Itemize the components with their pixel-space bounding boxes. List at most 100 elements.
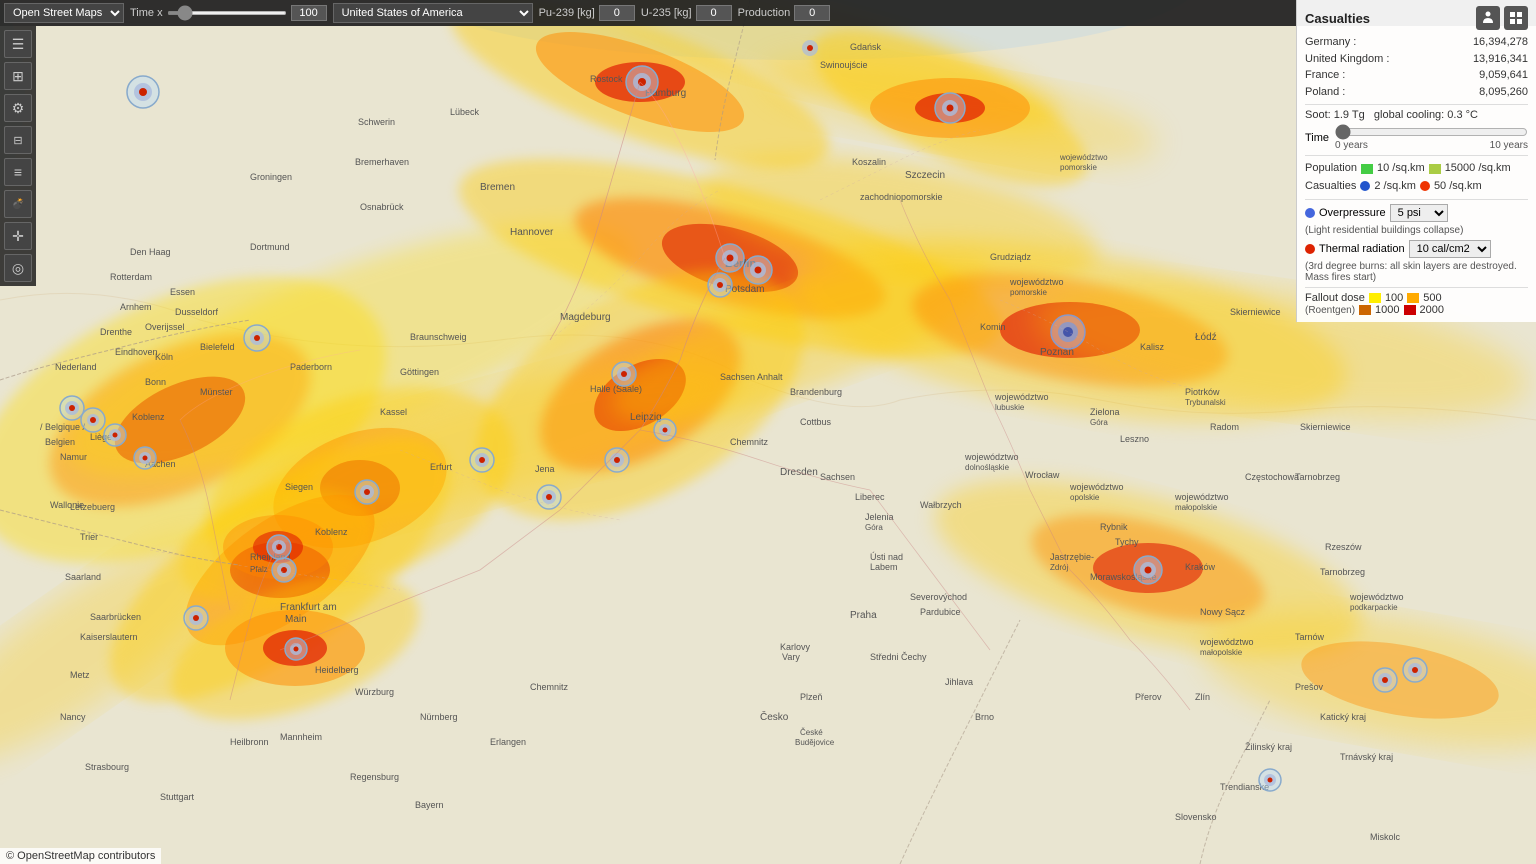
u235-input[interactable]	[696, 5, 732, 21]
fallout-1000-swatch	[1359, 305, 1371, 315]
country-row-uk: United Kingdom : 13,916,341	[1305, 51, 1528, 68]
svg-text:Częstochowa: Częstochowa	[1245, 472, 1299, 482]
svg-text:Osnabrück: Osnabrück	[360, 202, 404, 212]
svg-text:Cottbus: Cottbus	[800, 417, 832, 427]
thermal-select[interactable]: 10 cal/cm2 1 cal/cm2 3 cal/cm2 5 cal/cm2	[1409, 240, 1491, 258]
svg-text:Würzburg: Würzburg	[355, 687, 394, 697]
time-slider-container: 0 years 10 years	[1335, 124, 1528, 151]
person-icon-btn[interactable]	[1476, 6, 1500, 30]
svg-text:Den Haag: Den Haag	[130, 247, 171, 257]
svg-text:Tarnobrzeg: Tarnobrzeg	[1320, 567, 1365, 577]
pop-low-swatch	[1361, 164, 1373, 174]
svg-text:Tarnów: Tarnów	[1295, 632, 1325, 642]
map-style-select[interactable]: Open Street MapsSatelliteTerrainDark	[4, 3, 124, 23]
svg-text:Sachsen Anhalt: Sachsen Anhalt	[720, 372, 783, 382]
svg-text:Frankfurt am: Frankfurt am	[280, 602, 337, 613]
svg-text:pomorskie: pomorskie	[1010, 288, 1047, 297]
svg-text:Miskolc: Miskolc	[1370, 832, 1401, 842]
production-label: Production	[738, 7, 791, 19]
map-style-selector[interactable]: Open Street MapsSatelliteTerrainDark	[4, 3, 124, 23]
svg-text:Lübeck: Lübeck	[450, 107, 480, 117]
production-input[interactable]	[794, 5, 830, 21]
svg-text:województwo: województwo	[1199, 637, 1254, 647]
thermal-label: Thermal radiation	[1319, 243, 1405, 255]
table-icon-btn[interactable]	[1504, 6, 1528, 30]
target-btn[interactable]: ◎	[4, 254, 32, 282]
map-container[interactable]: Hamburg Rostock Lübeck Schwerin Swinoujś…	[0, 0, 1536, 864]
layers-btn[interactable]: ⊞	[4, 62, 32, 90]
country-name-poland: Poland :	[1305, 84, 1345, 101]
casualties-label: Casualties	[1305, 178, 1356, 196]
panel-icon-group	[1476, 6, 1528, 30]
svg-text:lubuskie: lubuskie	[995, 403, 1025, 412]
svg-text:Essen: Essen	[170, 287, 195, 297]
svg-text:województwo: województwo	[1009, 277, 1064, 287]
svg-text:Nederland: Nederland	[55, 362, 97, 372]
svg-text:Piotrków: Piotrków	[1185, 387, 1220, 397]
svg-text:Chemnitz: Chemnitz	[730, 437, 769, 447]
svg-text:Tarnobrzeg: Tarnobrzeg	[1295, 472, 1340, 482]
bomb-btn[interactable]: 💣	[4, 190, 32, 218]
fallout-label: Fallout dose	[1305, 292, 1365, 304]
cas-low-dot	[1360, 181, 1370, 191]
svg-text:Góra: Góra	[1090, 418, 1108, 427]
fallout-2000-label: 2000	[1420, 304, 1444, 316]
list-btn[interactable]: ≡	[4, 158, 32, 186]
overpressure-select[interactable]: 5 psi 1 psi 2 psi 5 psi 10 psi 20 psi	[1390, 204, 1448, 222]
fallout-500-label: 500	[1423, 292, 1441, 304]
thermal-note: (3rd degree burns: all skin layers are d…	[1305, 261, 1528, 283]
casualties-title: Casualties	[1305, 11, 1370, 26]
svg-text:Katický kraj: Katický kraj	[1320, 712, 1366, 722]
menu-btn[interactable]: ☰	[4, 30, 32, 58]
legend-population-row: Population 10 /sq.km 15000 /sq.km	[1305, 160, 1528, 178]
population-legend: Population 10 /sq.km 15000 /sq.km Casual…	[1305, 160, 1528, 195]
svg-text:Pardubice: Pardubice	[920, 607, 961, 617]
svg-text:Stuttgart: Stuttgart	[160, 792, 195, 802]
panel-divider-1	[1305, 104, 1528, 105]
u235-control: U-235 [kg]	[641, 5, 732, 21]
svg-text:Belgien: Belgien	[45, 437, 75, 447]
time-end-label: 10 years	[1490, 140, 1528, 151]
svg-text:Main: Main	[285, 614, 307, 625]
pop-low-value: 10 /sq.km	[1377, 160, 1425, 178]
country-row-france: France : 9,059,641	[1305, 67, 1528, 84]
svg-text:České: České	[800, 728, 823, 737]
svg-text:województwo: województwo	[1349, 592, 1404, 602]
overpressure-note: (Light residential buildings collapse)	[1305, 225, 1528, 236]
svg-text:województwo: województwo	[1069, 482, 1124, 492]
svg-text:Zlín: Zlín	[1195, 692, 1210, 702]
svg-text:Ústi nad: Ústi nad	[870, 552, 903, 562]
country-select[interactable]: United States of AmericaRussiaChinaUnite…	[333, 3, 533, 23]
svg-text:Jelenia: Jelenia	[865, 512, 894, 522]
soot-label: Soot: 1.9 Tg	[1305, 109, 1365, 121]
svg-text:Paderborn: Paderborn	[290, 362, 332, 372]
time-value-input[interactable]	[291, 5, 327, 21]
svg-text:Eindhoven: Eindhoven	[115, 347, 158, 357]
tools-btn[interactable]: ✛	[4, 222, 32, 250]
fallout-1000-label: 1000	[1375, 304, 1399, 316]
svg-text:Metz: Metz	[70, 670, 90, 680]
country-selector[interactable]: United States of AmericaRussiaChinaUnite…	[333, 3, 533, 23]
country-value-france: 9,059,641	[1479, 67, 1528, 84]
svg-text:Budějovice: Budějovice	[795, 738, 835, 747]
legend-casualties-row: Casualties 2 /sq.km 50 /sq.km	[1305, 178, 1528, 196]
svg-text:opolskie: opolskie	[1070, 493, 1100, 502]
svg-text:Magdeburg: Magdeburg	[560, 312, 611, 323]
svg-text:Brno: Brno	[975, 712, 994, 722]
svg-text:Česko: Česko	[760, 710, 789, 723]
svg-text:Sachsen: Sachsen	[820, 472, 855, 482]
svg-text:Leszno: Leszno	[1120, 434, 1149, 444]
svg-text:Skierniewice: Skierniewice	[1300, 422, 1351, 432]
time-range-slider[interactable]	[1335, 124, 1528, 140]
cas-high-value: 50 /sq.km	[1434, 178, 1482, 196]
grid-btn[interactable]: ⊟	[4, 126, 32, 154]
pu239-label: Pu-239 [kg]	[539, 7, 595, 19]
settings-btn[interactable]: ⚙	[4, 94, 32, 122]
time-slider[interactable]	[167, 11, 287, 15]
pu239-input[interactable]	[599, 5, 635, 21]
svg-text:Tychy: Tychy	[1115, 537, 1139, 547]
pu239-control: Pu-239 [kg]	[539, 5, 635, 21]
svg-text:pomorskie: pomorskie	[1060, 163, 1097, 172]
svg-text:Halle (Saale): Halle (Saale)	[590, 384, 642, 394]
svg-text:Vary: Vary	[782, 652, 800, 662]
